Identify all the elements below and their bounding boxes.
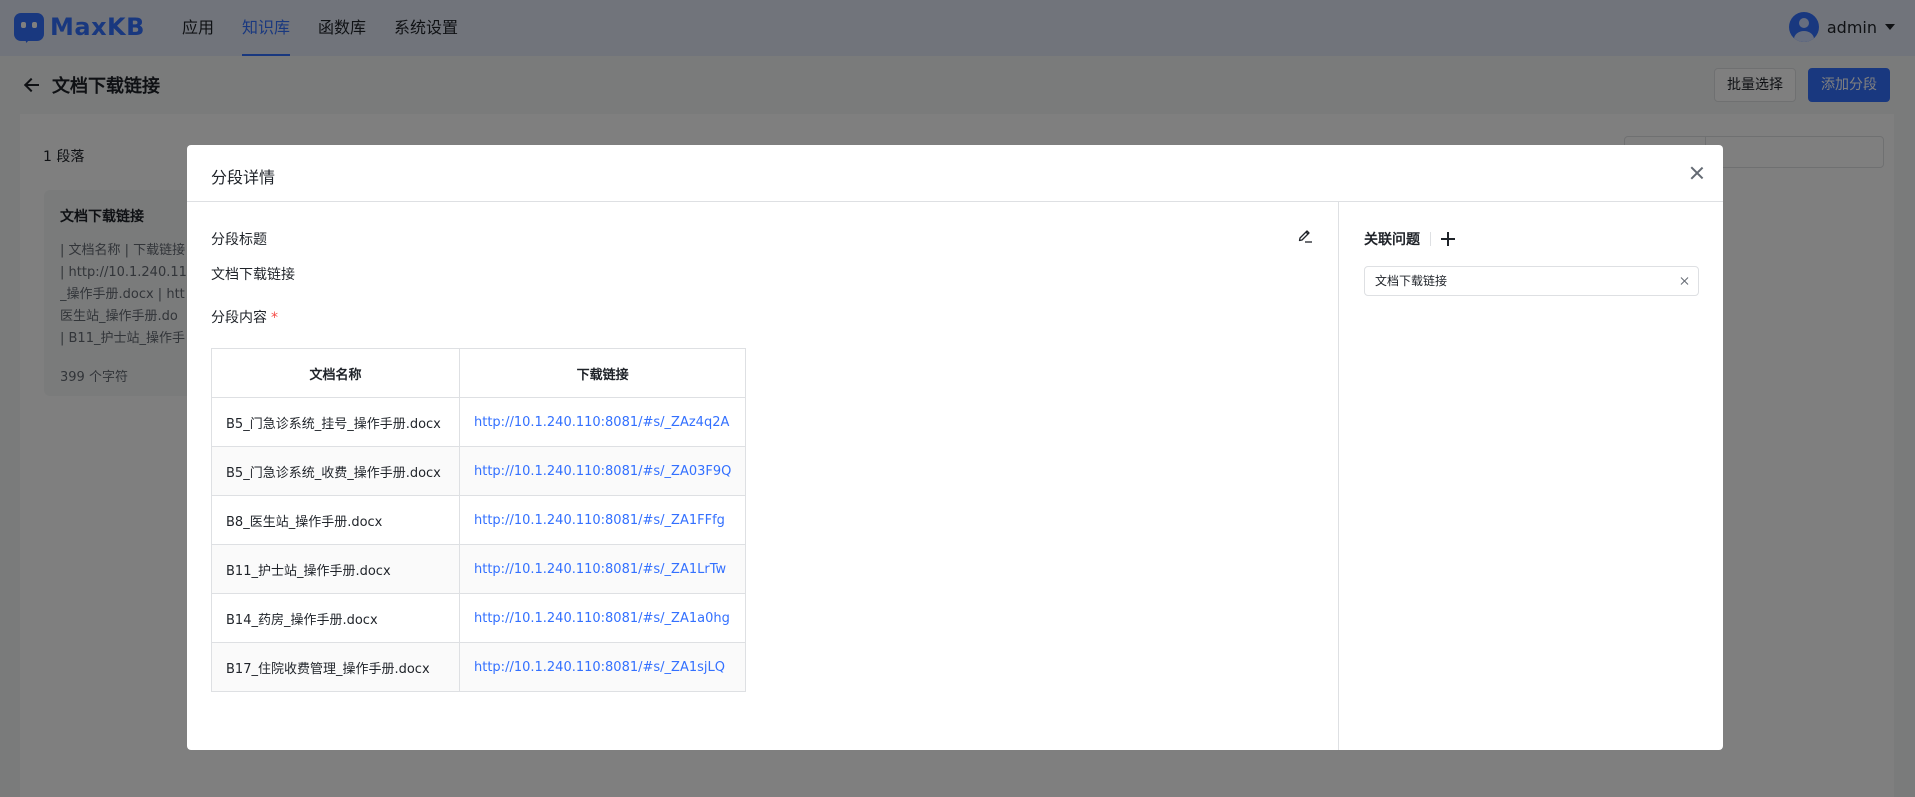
segment-title-value: 文档下载链接 xyxy=(211,267,295,283)
segment-detail-panel: 分段标题 文档下载链接 分段内容 * 文档名称 下载链接 B5_门急诊系统_挂号_… xyxy=(187,202,1339,750)
download-link[interactable]: http://10.1.240.110:8081/#s/_ZA1FFfg xyxy=(458,495,747,545)
segment-title-label: 分段标题 xyxy=(211,232,267,248)
required-mark: * xyxy=(271,310,278,326)
doc-name-cell: B14_药房_操作手册.docx xyxy=(211,593,460,643)
table-row: B14_药房_操作手册.docx http://10.1.240.110:808… xyxy=(211,593,747,643)
segment-content-table: 文档名称 下载链接 B5_门急诊系统_挂号_操作手册.docx http://1… xyxy=(211,348,747,692)
table-row: B17_住院收费管理_操作手册.docx http://10.1.240.110… xyxy=(211,642,747,692)
edit-icon[interactable] xyxy=(1296,226,1314,244)
close-icon[interactable] xyxy=(1689,165,1705,181)
download-link[interactable]: http://10.1.240.110:8081/#s/_ZA1a0hg xyxy=(458,593,747,643)
column-header-download-link: 下载链接 xyxy=(458,348,747,398)
segment-content-label-text: 分段内容 xyxy=(211,310,267,326)
column-header-doc-name: 文档名称 xyxy=(211,348,460,398)
download-link[interactable]: http://10.1.240.110:8081/#s/_ZAz4q2A xyxy=(458,397,747,447)
related-questions-title: 关联问题 xyxy=(1364,232,1420,248)
related-question-tag: 文档下载链接 xyxy=(1364,266,1699,296)
remove-question-close-icon[interactable] xyxy=(1679,276,1689,286)
table-header-row: 文档名称 下载链接 xyxy=(211,348,747,398)
related-questions-header: 关联问题 xyxy=(1364,229,1455,249)
table-row: B8_医生站_操作手册.docx http://10.1.240.110:808… xyxy=(211,495,747,545)
doc-name-cell: B5_门急诊系统_收费_操作手册.docx xyxy=(211,446,460,496)
download-link[interactable]: http://10.1.240.110:8081/#s/_ZA1sjLQ xyxy=(458,642,747,692)
download-link[interactable]: http://10.1.240.110:8081/#s/_ZA03F9Q xyxy=(458,446,747,496)
segment-detail-dialog: 分段详情 分段标题 文档下载链接 分段内容 * 文档名称 下载链接 B5_门急诊系… xyxy=(187,145,1723,750)
table-row: B5_门急诊系统_挂号_操作手册.docx http://10.1.240.11… xyxy=(211,397,747,447)
doc-name-cell: B17_住院收费管理_操作手册.docx xyxy=(211,642,460,692)
plus-icon[interactable] xyxy=(1441,232,1455,246)
dialog-header: 分段详情 xyxy=(187,145,1723,202)
related-question-text: 文档下载链接 xyxy=(1375,274,1448,288)
doc-name-cell: B11_护士站_操作手册.docx xyxy=(211,544,460,594)
table-row: B11_护士站_操作手册.docx http://10.1.240.110:80… xyxy=(211,544,747,594)
doc-name-cell: B5_门急诊系统_挂号_操作手册.docx xyxy=(211,397,460,447)
dialog-title: 分段详情 xyxy=(211,168,276,187)
download-link[interactable]: http://10.1.240.110:8081/#s/_ZA1LrTw xyxy=(458,544,747,594)
segment-content-label: 分段内容 * xyxy=(211,307,278,327)
doc-name-cell: B8_医生站_操作手册.docx xyxy=(211,495,460,545)
table-row: B5_门急诊系统_收费_操作手册.docx http://10.1.240.11… xyxy=(211,446,747,496)
related-questions-panel: 关联问题 文档下载链接 xyxy=(1340,202,1723,750)
header-divider xyxy=(1430,232,1431,246)
